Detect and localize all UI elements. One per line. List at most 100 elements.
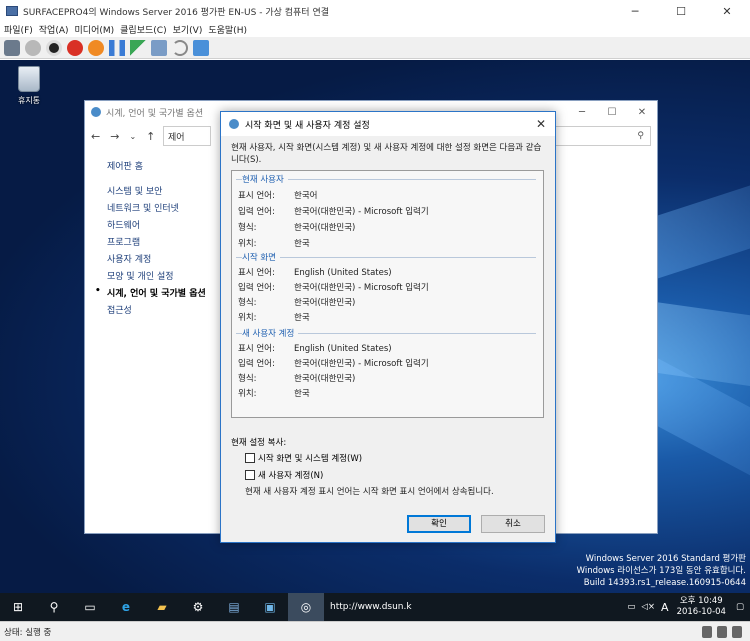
minimize-button[interactable]: ─ (612, 0, 658, 22)
keyboard-icon (702, 625, 712, 638)
taskbar-clock[interactable]: 오후 10:49 2016-10-04 (677, 596, 726, 618)
row-display-language: 표시 언어: 한국어 (238, 191, 318, 201)
sidebar-item-hardware[interactable]: 하드웨어 (107, 218, 206, 235)
recent-chevron-icon[interactable]: ⌄ (129, 132, 136, 141)
sidebar-item-accessibility[interactable]: 접근성 (107, 303, 206, 320)
row-location: 위치: 한국 (238, 239, 310, 249)
forward-arrow-icon[interactable]: → (110, 130, 119, 143)
up-arrow-icon[interactable]: ↑ (146, 130, 155, 143)
clock-date: 2016-10-04 (676, 607, 726, 617)
clock-region-taskbar-icon[interactable]: ◎ (288, 593, 324, 621)
search-input[interactable]: ⚲ (555, 126, 651, 146)
vm-window-title: SURFACEPRO4의 Windows Server 2016 평가판 EN-… (23, 7, 329, 18)
recycle-bin[interactable]: 휴지통 (12, 66, 46, 106)
network-icon[interactable]: ▭ (627, 602, 635, 612)
dialog-close-button[interactable]: ✕ (531, 114, 551, 134)
control-panel-icon[interactable]: ▣ (252, 593, 288, 621)
vm-menu-bar: 파일(F) 작업(A) 미디어(M) 클립보드(C) 보기(V) 도움말(H) (0, 22, 750, 37)
server-manager-icon[interactable]: ▤ (216, 593, 252, 621)
save-icon[interactable] (88, 39, 104, 56)
ime-indicator[interactable]: A (661, 601, 669, 614)
recycle-bin-icon (18, 66, 40, 92)
row-display-language: 표시 언어: English (United States) (238, 344, 392, 354)
menu-file[interactable]: 파일(F) (4, 23, 33, 36)
taskbar: ⊞ ⚲ ▭ e ▰ ⚙ ▤ ▣ ◎ http://www.dsun.k ▭ ◁×… (0, 593, 750, 621)
task-view-icon[interactable]: ▭ (72, 593, 108, 621)
dialog-description: 현재 사용자, 시작 화면(시스템 계정) 및 새 사용자 계정에 대한 설정 … (231, 143, 542, 165)
section-current-user: 현재 사용자 (242, 173, 288, 185)
checkbox-welcome-label: 시작 화면 및 시스템 계정(W) (258, 454, 363, 464)
turn-off-icon[interactable] (46, 39, 62, 56)
sidebar-item-system-security[interactable]: 시스템 및 보안 (107, 184, 206, 201)
os-watermark: Windows Server 2016 Standard 평가판 Windows… (577, 553, 746, 589)
menu-help[interactable]: 도움말(H) (208, 23, 247, 36)
menu-action[interactable]: 작업(A) (39, 23, 69, 36)
resume-icon[interactable] (130, 39, 146, 56)
windows-start-icon[interactable]: ⊞ (0, 593, 36, 621)
dialog-title: 시작 화면 및 새 사용자 계정 설정 (245, 120, 370, 131)
ok-button[interactable]: 확인 (407, 515, 471, 533)
system-tray: ▭ ◁× A 오후 10:49 2016-10-04 ▢ (627, 593, 744, 621)
row-location: 위치: 한국 (238, 313, 310, 323)
status-text: 상태: 실행 중 (4, 627, 52, 638)
taskbar-url-text: http://www.dsun.k (330, 602, 412, 612)
menu-clipboard[interactable]: 클립보드(C) (120, 23, 166, 36)
checkbox-newuser-label: 새 사용자 계정(N) (258, 471, 324, 481)
menu-media[interactable]: 미디어(M) (75, 23, 115, 36)
lock-icon (732, 625, 742, 638)
cancel-button[interactable]: 취소 (481, 515, 545, 533)
control-panel-title: 시계, 언어 및 국가별 옵션 (106, 108, 204, 119)
checkbox-new-user[interactable]: 새 사용자 계정(N) (245, 469, 323, 481)
cp-close-button[interactable]: ✕ (627, 101, 657, 123)
vm-status-bar: 상태: 실행 중 (0, 621, 750, 641)
enhanced-session-icon[interactable] (193, 39, 209, 56)
vm-connection-icon (6, 6, 18, 16)
sidebar-item-appearance[interactable]: 모양 및 개인 설정 (107, 269, 206, 286)
shutdown-icon[interactable] (67, 39, 83, 56)
sidebar-item-network[interactable]: 네트워크 및 인터넷 (107, 201, 206, 218)
search-icon[interactable]: ⚲ (36, 593, 72, 621)
volume-icon[interactable]: ◁× (641, 602, 655, 612)
vm-title-bar: SURFACEPRO4의 Windows Server 2016 평가판 EN-… (0, 0, 750, 22)
search-icon: ⚲ (637, 131, 644, 141)
watermark-build: Build 14393.rs1_release.160915-0644 (583, 578, 746, 588)
row-display-language: 표시 언어: English (United States) (238, 268, 392, 278)
file-explorer-icon[interactable]: ▰ (144, 593, 180, 621)
mouse-icon (717, 625, 727, 638)
recycle-bin-label: 휴지통 (17, 96, 41, 105)
notification-icon[interactable]: ▢ (736, 602, 744, 612)
address-bar[interactable]: 제어 (163, 126, 211, 146)
sidebar-item-user-accounts[interactable]: 사용자 계정 (107, 252, 206, 269)
row-format: 형식: 한국어(대한민국) (238, 223, 356, 233)
sidebar-item-programs[interactable]: 프로그램 (107, 235, 206, 252)
address-text: 제어 (168, 132, 185, 143)
section-welcome-screen: 시작 화면 (242, 251, 280, 263)
revert-icon[interactable] (172, 39, 188, 56)
clock-time: 오후 10:49 (679, 596, 723, 606)
close-button[interactable]: ✕ (704, 0, 750, 22)
cp-maximize-button[interactable]: ☐ (597, 101, 627, 123)
watermark-license: Windows 라이선스가 173일 동안 유효합니다. (576, 566, 746, 576)
ctrl-alt-del-icon[interactable] (4, 39, 20, 56)
checkpoint-icon[interactable] (151, 39, 167, 56)
sidebar-item-clock-region[interactable]: 시계, 언어 및 국가별 옵션 (95, 286, 206, 303)
row-input-language: 입력 언어: 한국어(대한민국) - Microsoft 입력기 (238, 283, 429, 293)
settings-gear-icon[interactable]: ⚙ (180, 593, 216, 621)
back-arrow-icon[interactable]: ← (91, 130, 100, 143)
checkbox-welcome-box[interactable] (245, 453, 255, 463)
copy-settings-label: 현재 설정 복사: (231, 438, 287, 448)
maximize-button[interactable]: ☐ (658, 0, 704, 22)
sidebar-item-home[interactable]: 제어판 홈 (107, 159, 206, 176)
internet-explorer-icon[interactable]: e (108, 593, 144, 621)
checkbox-newuser-box[interactable] (245, 470, 255, 480)
menu-view[interactable]: 보기(V) (173, 23, 203, 36)
settings-dialog: 시작 화면 및 새 사용자 계정 설정 ✕ 현재 사용자, 시작 화면(시스템 … (220, 111, 556, 543)
cp-minimize-button[interactable]: ─ (567, 101, 597, 123)
checkbox-welcome-system[interactable]: 시작 화면 및 시스템 계정(W) (245, 452, 362, 464)
desktop: 휴지통 Windows Server 2016 Standard 평가판 Win… (0, 60, 750, 593)
settings-summary-box: 현재 사용자 표시 언어: 한국어 입력 언어: 한국어(대한민국) - Micro… (231, 170, 544, 418)
pause-icon[interactable] (109, 39, 125, 56)
control-panel-sidebar: 제어판 홈 시스템 및 보안 네트워크 및 인터넷 하드웨어 프로그램 사용자 … (95, 159, 206, 320)
start-icon[interactable] (25, 39, 41, 56)
clock-region-icon (91, 107, 101, 117)
